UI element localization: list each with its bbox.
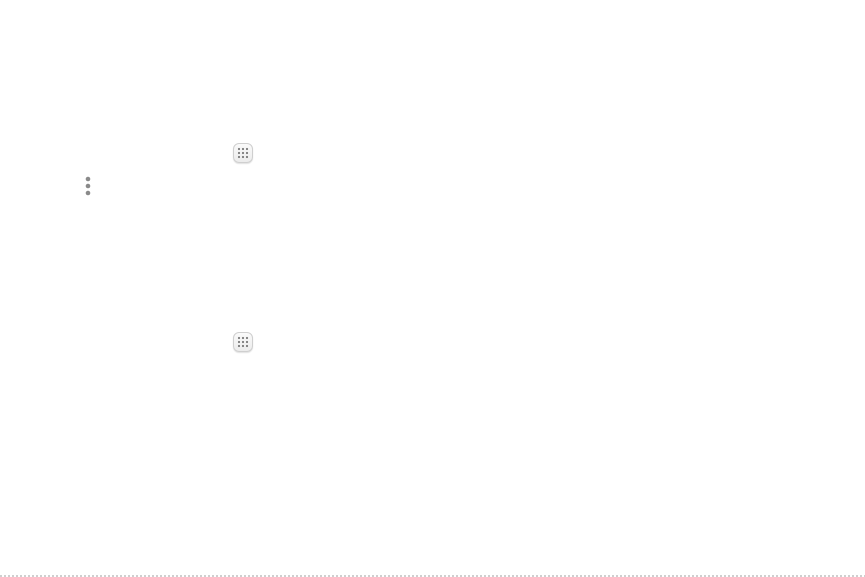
- more-options-button[interactable]: [83, 175, 93, 197]
- apps-grid-icon: [237, 147, 249, 159]
- apps-button[interactable]: [233, 143, 253, 163]
- apps-grid-icon: [237, 336, 249, 348]
- more-vertical-icon: [85, 176, 91, 196]
- apps-button[interactable]: [233, 332, 253, 352]
